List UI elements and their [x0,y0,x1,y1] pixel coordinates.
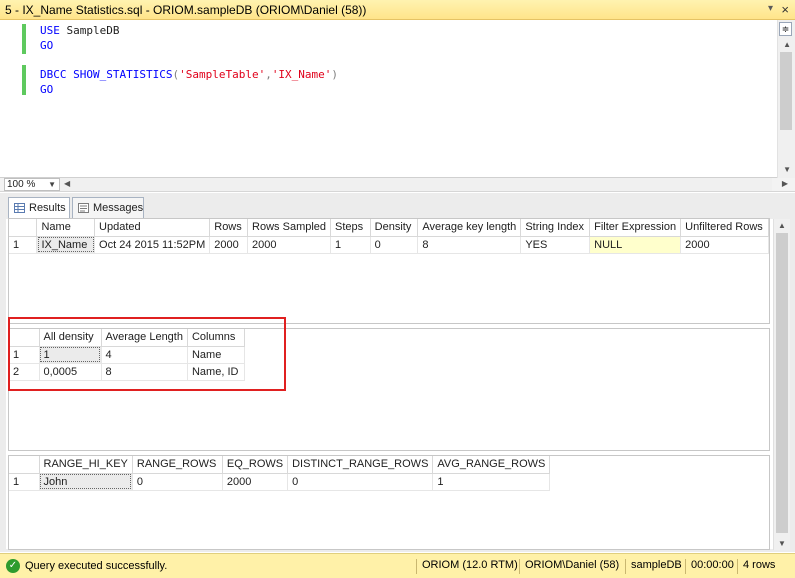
scroll-down-icon[interactable]: ▼ [783,165,791,174]
chevron-down-icon[interactable]: ▼ [48,179,56,190]
table-row[interactable]: 1 John 0 2000 0 1 [9,473,551,491]
code-line-2[interactable]: GO [40,39,53,52]
column-header[interactable]: Steps [330,219,371,237]
row-number-header [9,456,40,474]
column-header[interactable]: DISTINCT_RANGE_ROWS [287,456,434,474]
result-grid-1[interactable]: Name Updated Rows Rows Sampled Steps Den… [8,218,770,324]
tab-messages[interactable]: Messages [72,197,144,219]
scroll-thumb[interactable] [776,233,788,533]
result-tabs: Results Messages [0,197,795,220]
table-cell[interactable]: 0 [132,473,223,491]
status-message: Query executed successfully. [25,560,168,572]
grid-header-row: RANGE_HI_KEY RANGE_ROWS EQ_ROWS DISTINCT… [9,456,551,474]
tab-results[interactable]: Results [8,197,70,220]
code-line-5[interactable]: GO [40,83,53,96]
column-header[interactable]: AVG_RANGE_ROWS [432,456,551,474]
query-editor[interactable]: USE SampleDB GO DBCC SHOW_STATISTICS('Sa… [0,20,795,178]
code-line-4[interactable]: DBCC SHOW_STATISTICS('SampleTable','IX_N… [40,68,338,81]
table-cell[interactable]: NULL [589,236,682,254]
column-header[interactable]: RANGE_HI_KEY [39,456,133,474]
grid-header-row: Name Updated Rows Rows Sampled Steps Den… [9,219,769,237]
table-cell[interactable]: 0 [370,236,419,254]
scroll-up-icon[interactable]: ▲ [778,221,786,230]
column-header[interactable]: Name [36,219,96,237]
tab-dropdown-icon[interactable]: ▾ [768,3,773,14]
row-number[interactable]: 1 [9,236,38,254]
split-icon[interactable]: ≑ [779,22,792,36]
editor-horizontal-scrollbar[interactable]: ◀ ▶ [60,178,788,191]
scroll-right-icon[interactable]: ▶ [782,179,788,188]
column-header[interactable]: Average key length [417,219,522,237]
table-cell[interactable]: IX_Name [36,236,96,254]
column-header[interactable]: Updated [94,219,211,237]
table-row[interactable]: 1 IX_Name Oct 24 2015 11:52PM 2000 2000 … [9,236,769,254]
table-cell[interactable]: 2000 [209,236,249,254]
status-user: ORIOM\Daniel (58) [519,559,619,574]
grid-icon [14,203,25,213]
highlight-box [8,317,286,391]
status-elapsed-time: 00:00:00 [685,559,734,574]
scroll-up-icon[interactable]: ▲ [783,40,791,49]
result-grid-3[interactable]: RANGE_HI_KEY RANGE_ROWS EQ_ROWS DISTINCT… [8,455,770,550]
column-header[interactable]: String Index [520,219,591,237]
row-number[interactable]: 1 [9,473,40,491]
close-tab-button[interactable]: × [781,2,789,17]
change-marker [22,65,26,95]
scroll-left-icon[interactable]: ◀ [64,179,70,188]
messages-icon [78,203,89,213]
table-cell[interactable]: 2000 [247,236,332,254]
editor-vertical-scrollbar[interactable]: ≑ ▲ ▼ [777,20,795,178]
column-header[interactable]: EQ_ROWS [222,456,289,474]
column-header[interactable]: Density [370,219,419,237]
zoom-bar: 100 % ▼ ◀ ▶ [0,178,795,192]
table-cell[interactable]: John [39,473,133,491]
table-cell[interactable]: 2000 [222,473,289,491]
table-cell[interactable]: 1 [432,473,551,491]
column-header[interactable]: Filter Expression [589,219,682,237]
column-header[interactable]: Rows [209,219,249,237]
tab-results-label: Results [29,202,66,214]
results-vertical-scrollbar[interactable]: ▲ ▼ [773,219,790,550]
zoom-select[interactable]: 100 % ▼ [4,178,60,191]
column-header[interactable]: Rows Sampled [247,219,332,237]
table-cell[interactable]: 0 [287,473,434,491]
zoom-value: 100 % [7,179,36,190]
table-cell[interactable]: 8 [417,236,522,254]
table-cell[interactable]: Oct 24 2015 11:52PM [94,236,211,254]
success-check-icon: ✓ [6,559,20,573]
row-number-header [9,219,38,237]
tab-title: 5 - IX_Name Statistics.sql - ORIOM.sampl… [5,3,367,17]
status-database: sampleDB [625,559,682,574]
table-cell[interactable]: 1 [330,236,371,254]
column-header[interactable]: Unfiltered Rows [680,219,769,237]
status-row-count: 4 rows [737,559,775,574]
tab-messages-label: Messages [93,202,144,214]
document-tab[interactable]: 5 - IX_Name Statistics.sql - ORIOM.sampl… [0,0,795,20]
table-cell[interactable]: 2000 [680,236,769,254]
column-header[interactable]: RANGE_ROWS [132,456,223,474]
status-bar: ✓ Query executed successfully. ORIOM (12… [0,553,795,578]
change-marker [22,24,26,54]
scroll-thumb[interactable] [780,52,792,130]
table-cell[interactable]: YES [520,236,591,254]
scroll-down-icon[interactable]: ▼ [778,539,786,548]
status-server: ORIOM (12.0 RTM) [416,559,518,574]
code-line-1[interactable]: USE SampleDB [40,24,119,37]
